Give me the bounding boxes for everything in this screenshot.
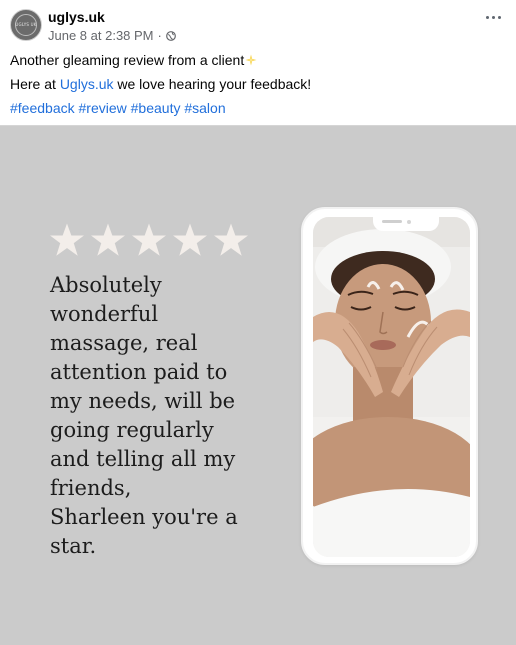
post-header: UGLYS UK uglys.uk June 8 at 2:38 PM · An… xyxy=(0,0,516,126)
hashtag-review[interactable]: #review xyxy=(79,100,127,116)
phone-notch xyxy=(373,215,439,231)
star-icon xyxy=(91,223,125,256)
star-icon xyxy=(214,223,248,256)
review-text: Absolutely wonderful massage, real atten… xyxy=(50,271,280,561)
hashtag-feedback[interactable]: #feedback xyxy=(10,100,75,116)
star-icon xyxy=(50,223,84,256)
avatar-logo-text: UGLYS UK xyxy=(15,22,37,27)
star-icon xyxy=(173,223,207,256)
woman-receiving-facial-massage-photo xyxy=(313,217,470,557)
caption-line-1: Another gleaming review from a client xyxy=(10,51,257,69)
review-line: massage, real xyxy=(50,331,198,355)
more-horizontal-icon[interactable] xyxy=(486,14,502,22)
review-line: and telling all my xyxy=(50,447,236,471)
uglys-uk-link[interactable]: Uglys.uk xyxy=(60,76,114,92)
page-name-link[interactable]: uglys.uk xyxy=(48,9,105,25)
post-timestamp[interactable]: June 8 at 2:38 PM xyxy=(48,28,154,43)
page-avatar[interactable]: UGLYS UK xyxy=(10,9,42,41)
hashtag-beauty[interactable]: #beauty xyxy=(131,100,181,116)
hashtag-line: #feedback #review #beauty #salon xyxy=(10,99,226,117)
caption-text-prefix: Here at xyxy=(10,76,60,92)
review-line: my needs, will be xyxy=(50,389,236,413)
phone-speaker xyxy=(382,220,402,223)
star-icon xyxy=(132,223,166,256)
caption-text-suffix: we love hearing your feedback! xyxy=(113,76,312,92)
phone-mockup xyxy=(301,207,478,565)
review-line: star. xyxy=(50,534,97,558)
phone-camera xyxy=(407,220,411,224)
caption-line-2: Here at Uglys.uk we love hearing your fe… xyxy=(10,75,311,93)
review-line: going regularly xyxy=(50,418,214,442)
review-line: friends, xyxy=(50,476,132,500)
meta-separator: · xyxy=(157,28,162,43)
review-line: attention paid to xyxy=(50,360,228,384)
globe-icon xyxy=(165,30,176,41)
facial-photo-illustration xyxy=(313,217,470,557)
post-meta: June 8 at 2:38 PM · xyxy=(48,28,176,43)
review-line: Sharleen you're a xyxy=(50,505,238,529)
sparkle-icon xyxy=(245,54,257,66)
caption-text-1: Another gleaming review from a client xyxy=(10,52,245,68)
hashtag-salon[interactable]: #salon xyxy=(184,100,225,116)
review-line: Absolutely xyxy=(50,273,162,297)
review-line: wonderful xyxy=(50,302,159,326)
